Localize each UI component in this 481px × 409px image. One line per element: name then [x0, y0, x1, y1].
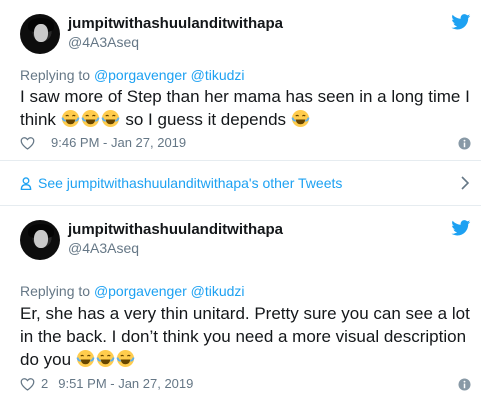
face-with-tears-of-joy-icon [101, 109, 120, 128]
tweet-card[interactable]: jumpitwithashuulanditwithapa @4A3Aseq Re… [0, 205, 481, 409]
tweet-meta: 9:46 PM - Jan 27, 2019 [20, 135, 186, 150]
twitter-bird-icon[interactable] [451, 14, 471, 30]
tweet-card[interactable]: jumpitwithashuulanditwithapa @4A3Aseq Re… [0, 0, 481, 161]
replying-to: Replying to @porgavenger @tikudzi [20, 283, 245, 299]
user-handle[interactable]: @4A3Aseq [68, 33, 283, 51]
see-other-tweets-label[interactable]: See jumpitwithashuulanditwithapa's other… [38, 175, 342, 191]
user-handle[interactable]: @4A3Aseq [68, 239, 283, 257]
heart-outline-icon[interactable] [20, 136, 35, 150]
info-circle-icon[interactable] [458, 378, 471, 391]
heart-outline-icon[interactable] [20, 377, 35, 391]
replying-to: Replying to @porgavenger @tikudzi [20, 67, 245, 83]
person-icon [20, 177, 32, 190]
display-name[interactable]: jumpitwithashuulanditwithapa [68, 221, 283, 239]
face-with-tears-of-joy-icon [76, 349, 95, 368]
info-circle-icon[interactable] [458, 137, 471, 150]
face-with-tears-of-joy-icon [116, 349, 135, 368]
tweet-text: I saw more of Step than her mama has see… [20, 87, 470, 129]
display-name[interactable]: jumpitwithashuulanditwithapa [68, 15, 283, 33]
chevron-right-icon[interactable] [461, 176, 469, 190]
user-info[interactable]: jumpitwithashuulanditwithapa @4A3Aseq [68, 15, 283, 51]
twitter-bird-icon[interactable] [451, 220, 471, 236]
face-with-tears-of-joy-icon [61, 109, 80, 128]
see-other-tweets-link[interactable]: See jumpitwithashuulanditwithapa's other… [0, 161, 481, 205]
reply-mentions-link[interactable]: @porgavenger @tikudzi [94, 67, 245, 83]
avatar[interactable] [20, 220, 60, 260]
face-with-tears-of-joy-icon [291, 109, 310, 128]
tweet-timestamp[interactable]: 9:46 PM - Jan 27, 2019 [51, 135, 186, 150]
reply-mentions-link[interactable]: @porgavenger @tikudzi [94, 283, 245, 299]
tweet-meta: 2 9:51 PM - Jan 27, 2019 [20, 376, 193, 391]
tweet-timestamp[interactable]: 9:51 PM - Jan 27, 2019 [58, 376, 193, 391]
user-info[interactable]: jumpitwithashuulanditwithapa @4A3Aseq [68, 221, 283, 257]
tweet-text: Er, she has a very thin unitard. Pretty … [20, 304, 470, 369]
face-with-tears-of-joy-icon [96, 349, 115, 368]
like-count: 2 [41, 376, 49, 391]
avatar[interactable] [20, 14, 60, 54]
face-with-tears-of-joy-icon [81, 109, 100, 128]
